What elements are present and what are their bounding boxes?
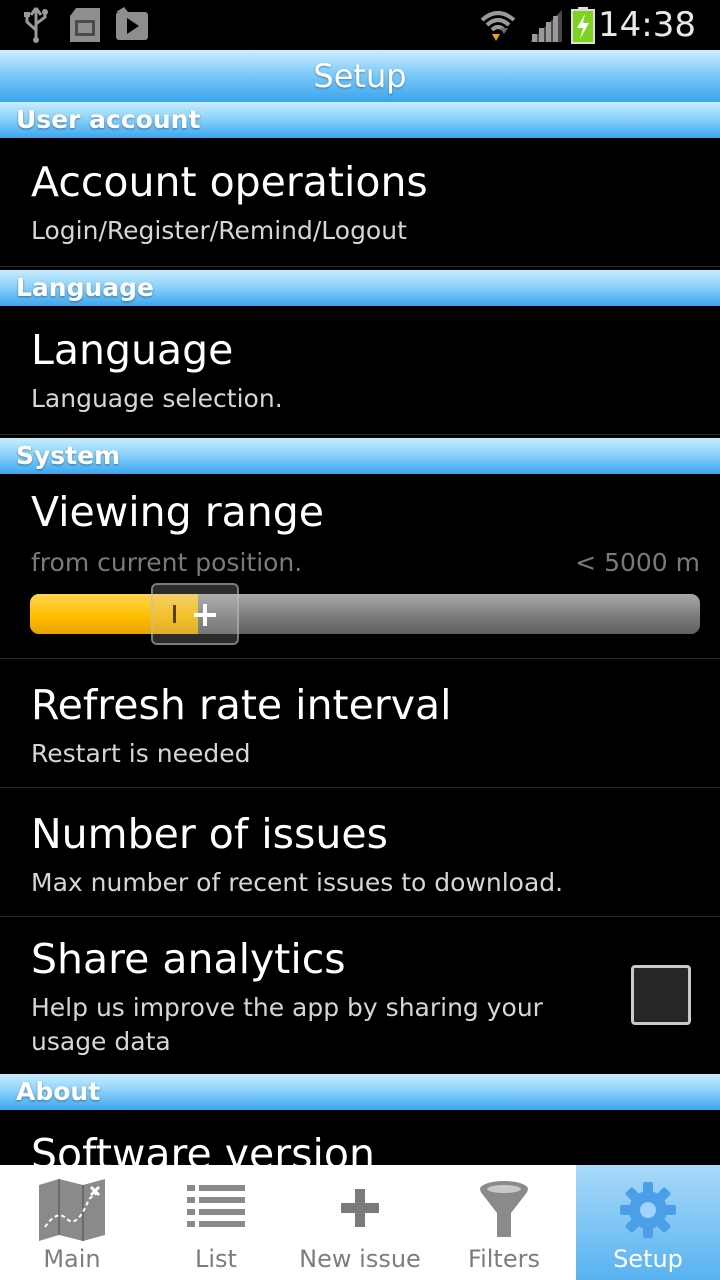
section-header-language: Language	[0, 270, 720, 306]
tab-list[interactable]: List	[144, 1165, 288, 1280]
tab-label: List	[195, 1245, 237, 1273]
bottom-nav: Main List New issue Filters Setup	[0, 1165, 720, 1280]
usb-icon	[24, 7, 48, 43]
share-analytics-checkbox[interactable]	[631, 965, 691, 1025]
setting-title: Account operations	[31, 158, 428, 206]
setting-subtitle: Max number of recent issues to download.	[31, 868, 564, 897]
tab-label: Filters	[468, 1245, 540, 1273]
section-header-about: About	[0, 1074, 720, 1110]
setting-number-of-issues[interactable]: Number of issues Max number of recent is…	[0, 788, 720, 917]
setting-title: Refresh rate interval	[31, 681, 452, 729]
setting-subtitle: from current position.	[31, 548, 303, 577]
wifi-icon	[480, 11, 516, 41]
clock: 14:38	[598, 5, 696, 45]
tab-label: Main	[43, 1245, 101, 1273]
status-bar: 14:38	[0, 0, 720, 50]
setting-title: Share analytics	[31, 935, 346, 983]
setting-title: Viewing range	[31, 488, 324, 536]
setting-subtitle: Language selection.	[31, 384, 283, 413]
setting-software-version[interactable]: Software version	[0, 1110, 720, 1165]
tab-setup[interactable]: Setup	[576, 1165, 720, 1280]
setting-title: Software version	[31, 1130, 375, 1165]
setting-title: Number of issues	[31, 810, 388, 858]
tab-label: Setup	[613, 1245, 683, 1273]
slider-grip-icon	[173, 604, 216, 626]
funnel-icon	[480, 1181, 528, 1237]
battery-charging-icon	[571, 7, 595, 44]
setting-subtitle: Restart is needed	[31, 739, 251, 768]
tab-new-issue[interactable]: New issue	[288, 1165, 432, 1280]
tab-main[interactable]: Main	[0, 1165, 144, 1280]
sd-card-icon	[70, 8, 100, 42]
map-icon	[39, 1179, 105, 1241]
setting-language[interactable]: Language Language selection.	[0, 306, 720, 435]
section-header-system: System	[0, 438, 720, 474]
media-play-icon	[116, 7, 148, 40]
plus-icon	[341, 1189, 379, 1227]
setting-subtitle-line1: Help us improve the app by sharing your	[31, 993, 543, 1022]
setting-subtitle-line2: usage data	[31, 1027, 171, 1056]
setting-title: Language	[31, 326, 234, 374]
slider-thumb[interactable]	[151, 583, 239, 645]
section-header-user-account: User account	[0, 102, 720, 138]
gear-icon	[620, 1182, 676, 1238]
list-icon	[187, 1185, 245, 1227]
page-title: Setup	[0, 50, 720, 102]
tab-filters[interactable]: Filters	[432, 1165, 576, 1280]
tab-label: New issue	[299, 1245, 421, 1273]
signal-icon	[530, 10, 562, 42]
viewing-range-value: < 5000 m	[575, 548, 700, 577]
setting-refresh-rate[interactable]: Refresh rate interval Restart is needed	[0, 659, 720, 788]
setting-account-operations[interactable]: Account operations Login/Register/Remind…	[0, 138, 720, 267]
setting-share-analytics[interactable]: Share analytics Help us improve the app …	[0, 917, 720, 1071]
setting-subtitle: Login/Register/Remind/Logout	[31, 216, 407, 245]
